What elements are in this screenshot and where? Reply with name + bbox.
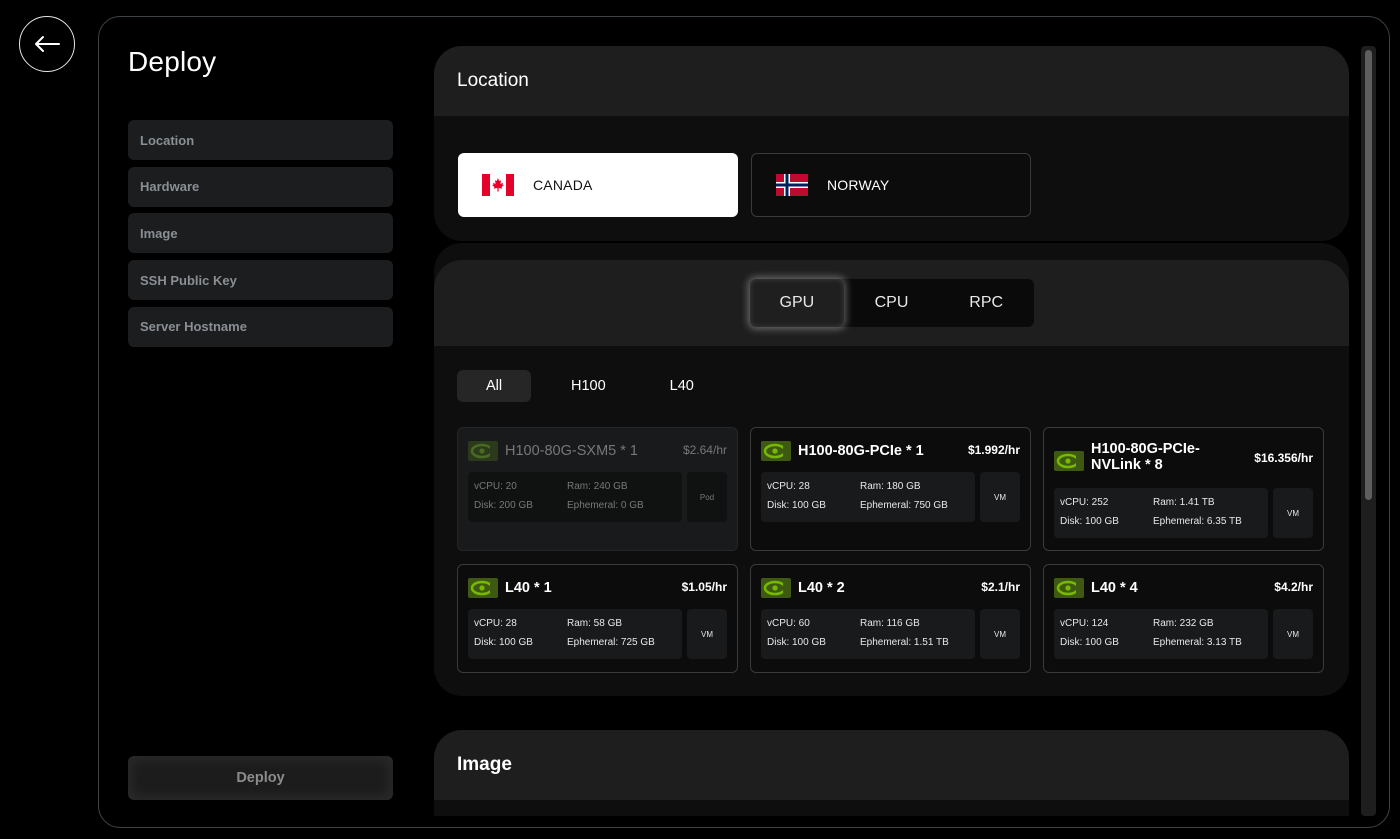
nvidia-icon [468,441,498,461]
card-price: $2.1/hr [981,580,1020,594]
tab-gpu[interactable]: GPU [749,279,845,327]
card-price: $1.05/hr [681,580,727,594]
sidebar-item-location[interactable]: Location [128,120,393,160]
spec-ephemeral: Ephemeral: 750 GB [860,500,948,511]
spec-ram: Ram: 180 GB [860,481,921,492]
filter-h100[interactable]: H100 [543,370,634,402]
card-specs: vCPU: 20 Ram: 240 GB Disk: 200 GB Epheme… [468,472,682,522]
card-specs: vCPU: 252 Ram: 1.41 TB Disk: 100 GB Ephe… [1054,488,1268,538]
sidebar: Deploy Location Hardware Image SSH Publi… [128,17,393,827]
hardware-panel: GPU CPU RPC All H100 L40 H100-80G-SXM5 *… [434,260,1349,696]
spec-vcpu: vCPU: 28 [474,618,517,629]
image-title: Image [457,754,512,775]
filter-l40[interactable]: L40 [642,370,722,402]
location-option-canada[interactable]: CANADA [458,153,738,217]
image-panel: Image [434,730,1349,816]
card-type-badge: VM [1273,609,1313,659]
card-price: $4.2/hr [1274,580,1313,594]
spec-ram: Ram: 240 GB [567,481,628,492]
card-specs: vCPU: 60 Ram: 116 GB Disk: 100 GB Epheme… [761,609,975,659]
hardware-card[interactable]: H100-80G-SXM5 * 1 $2.64/hr vCPU: 20 Ram:… [457,427,738,551]
arrow-left-icon [35,36,60,52]
nvidia-icon [761,441,791,461]
spec-disk: Disk: 100 GB [767,637,826,648]
card-title: H100-80G-PCIe-NVLink * 8 [1091,441,1200,473]
hardware-card[interactable]: L40 * 2 $2.1/hr vCPU: 60 Ram: 116 GB Dis… [750,564,1031,673]
spec-vcpu: vCPU: 124 [1060,618,1109,629]
hardware-panel-header: GPU CPU RPC [434,260,1349,346]
sidebar-item-image[interactable]: Image [128,213,393,254]
card-title: L40 * 2 [798,580,845,596]
hardware-cards: H100-80G-SXM5 * 1 $2.64/hr vCPU: 20 Ram:… [457,427,1325,673]
spec-vcpu: vCPU: 252 [1060,497,1109,508]
spec-disk: Disk: 100 GB [474,637,533,648]
spec-ephemeral: Ephemeral: 1.51 TB [860,637,949,648]
spec-ephemeral: Ephemeral: 3.13 TB [1153,637,1242,648]
scrollbar[interactable] [1361,46,1376,816]
card-title: L40 * 4 [1091,580,1138,596]
sidebar-nav: Location Hardware Image SSH Public Key S… [128,120,393,353]
card-specs: vCPU: 124 Ram: 232 GB Disk: 100 GB Ephem… [1054,609,1268,659]
spec-disk: Disk: 200 GB [474,500,533,511]
card-price: $1.992/hr [967,443,1020,457]
card-specs: vCPU: 28 Ram: 58 GB Disk: 100 GB Ephemer… [468,609,682,659]
card-price: $2.64/hr [682,443,727,457]
back-button[interactable] [19,16,75,72]
hardware-card[interactable]: H100-80G-PCIe-NVLink * 8 $16.356/hr vCPU… [1043,427,1324,551]
spec-ephemeral: Ephemeral: 6.35 TB [1153,516,1242,527]
hardware-type-tabs: GPU CPU RPC [749,279,1034,327]
spec-vcpu: vCPU: 60 [767,618,810,629]
spec-ram: Ram: 58 GB [567,618,623,629]
deploy-button[interactable]: Deploy [128,756,393,800]
location-panel-header: Location [434,46,1349,116]
card-type-badge: VM [980,472,1020,522]
sidebar-item-ssh-public-key[interactable]: SSH Public Key [128,260,393,301]
card-type-badge: VM [687,609,727,659]
deploy-window: Deploy Location Hardware Image SSH Publi… [98,16,1390,828]
hardware-card[interactable]: L40 * 4 $4.2/hr vCPU: 124 Ram: 232 GB Di… [1043,564,1324,673]
card-type-badge: VM [980,609,1020,659]
image-panel-header: Image [434,730,1349,800]
sidebar-item-server-hostname[interactable]: Server Hostname [128,306,393,347]
nvidia-icon [1054,578,1084,598]
card-type-badge: Pod [687,472,727,522]
spec-ram: Ram: 232 GB [1153,618,1214,629]
card-title: L40 * 1 [505,580,552,596]
location-label-norway: NORWAY [827,177,890,193]
card-title: H100-80G-PCIe * 1 [798,443,924,459]
card-title: H100-80G-SXM5 * 1 [505,443,638,459]
spec-ram: Ram: 1.41 TB [1153,497,1215,508]
location-option-norway[interactable]: NORWAY [751,153,1031,217]
spec-ram: Ram: 116 GB [860,618,920,629]
main-content[interactable]: Location CANADA NORWAY GPU CPU RPC All H… [434,46,1349,816]
page-title: Deploy [128,46,217,77]
spec-disk: Disk: 100 GB [1060,516,1119,527]
card-specs: vCPU: 28 Ram: 180 GB Disk: 100 GB Epheme… [761,472,975,522]
nvidia-icon [468,578,498,598]
spec-disk: Disk: 100 GB [767,500,826,511]
location-panel: Location CANADA NORWAY [434,46,1349,241]
canada-flag-icon [482,174,514,196]
hardware-card[interactable]: L40 * 1 $1.05/hr vCPU: 28 Ram: 58 GB Dis… [457,564,738,673]
norway-flag-icon [776,174,808,196]
sidebar-item-hardware[interactable]: Hardware [128,166,393,207]
spec-ephemeral: Ephemeral: 0 GB [567,500,644,511]
nvidia-icon [761,578,791,598]
filter-all[interactable]: All [457,370,531,402]
gpu-filter-row: All H100 L40 [457,370,730,402]
card-type-badge: VM [1273,488,1313,538]
spec-ephemeral: Ephemeral: 725 GB [567,637,655,648]
spec-vcpu: vCPU: 28 [767,481,810,492]
hardware-card[interactable]: H100-80G-PCIe * 1 $1.992/hr vCPU: 28 Ram… [750,427,1031,551]
location-label-canada: CANADA [533,177,593,193]
tab-rpc[interactable]: RPC [939,279,1034,327]
location-title: Location [457,70,529,91]
spec-vcpu: vCPU: 20 [474,481,517,492]
scrollbar-thumb[interactable] [1365,50,1372,500]
card-price: $16.356/hr [1254,451,1313,465]
spec-disk: Disk: 100 GB [1060,637,1119,648]
nvidia-icon [1054,451,1084,471]
tab-cpu[interactable]: CPU [844,279,939,327]
